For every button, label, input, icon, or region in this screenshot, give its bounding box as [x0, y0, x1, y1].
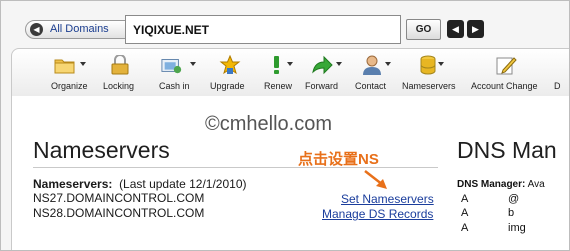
annotation-arrow-icon: [364, 170, 387, 189]
toolbar-organize[interactable]: Organize: [47, 55, 91, 93]
nameservers-status: Nameservers: (Last update 12/1/2010): [33, 177, 247, 191]
contact-icon: [363, 55, 381, 75]
dns-manager-label-rest: Ava: [525, 179, 545, 190]
toolbar-renew[interactable]: Renew: [261, 55, 295, 93]
chevron-left-icon: ◀: [452, 24, 459, 34]
toolbar-label: Organize: [51, 81, 88, 91]
all-domains-label: All Domains: [50, 23, 109, 35]
toolbar-contact[interactable]: Contact: [353, 55, 395, 93]
chevron-down-icon: [336, 62, 342, 66]
next-domain-button[interactable]: ▶: [467, 20, 484, 38]
toolbar-account-change[interactable]: Account Change: [470, 55, 542, 93]
toolbar-locking[interactable]: Locking: [100, 55, 140, 93]
chevron-down-icon: [190, 62, 196, 66]
chevron-down-icon: [385, 62, 391, 66]
go-button[interactable]: GO: [406, 19, 441, 40]
nameserver-2: NS28.DOMAINCONTROL.COM: [33, 206, 205, 220]
annotation-label: 点击设置NS: [298, 151, 379, 168]
toolbar-label: Account Change: [471, 81, 538, 91]
dns-manager-label: DNS Manager:: [457, 179, 526, 190]
domain-search-input[interactable]: [125, 15, 401, 44]
dns-record-type: A: [461, 222, 469, 234]
toolbar-label: Upgrade: [210, 81, 245, 91]
nameservers-title: Nameservers: [33, 137, 170, 163]
toolbar-forward[interactable]: Forward: [303, 55, 345, 93]
edit-icon: [496, 57, 517, 75]
watermark: ©cmhello.com: [205, 113, 332, 135]
cash-in-icon: [161, 59, 182, 74]
toolbar-label: Contact: [355, 81, 387, 91]
lock-icon: [111, 55, 129, 75]
chevron-down-icon: [438, 62, 444, 66]
dns-record-host: @: [508, 193, 520, 205]
browser-frame: ◀ All Domains GO ◀ ▶ Organize Locking: [0, 0, 570, 251]
toolbar-label: Nameservers: [402, 81, 456, 91]
manage-ds-records-link[interactable]: Manage DS Records: [322, 207, 433, 221]
nameserver-1: NS27.DOMAINCONTROL.COM: [33, 191, 205, 205]
chevron-right-icon: ▶: [472, 24, 479, 34]
folder-icon: [54, 59, 75, 74]
dns-record-type: A: [461, 207, 469, 219]
chevron-down-icon: [80, 62, 86, 66]
toolbar-nameservers[interactable]: Nameservers: [402, 55, 460, 93]
domain-toolbar: Organize Locking Cash in Upgrade Renew F…: [11, 48, 569, 97]
toolbar-label: D: [554, 81, 561, 91]
dns-record-host: img: [508, 222, 526, 234]
forward-icon: [312, 55, 333, 75]
all-domains-button[interactable]: ◀ All Domains: [25, 20, 139, 39]
dns-manager-title: DNS Man: [457, 137, 557, 163]
renew-icon: [274, 56, 279, 74]
toolbar-label: Cash in: [159, 81, 190, 91]
dns-manager-status: DNS Manager: Ava: [457, 179, 545, 190]
set-nameservers-link[interactable]: Set Nameservers: [341, 192, 434, 206]
chevron-down-icon: [287, 62, 293, 66]
update-note: (Last update 12/1/2010): [119, 177, 247, 191]
upgrade-icon: [219, 55, 241, 75]
toolbar-cash-in[interactable]: Cash in: [154, 55, 200, 93]
dns-record-type: A: [461, 193, 469, 205]
toolbar-label: Renew: [264, 81, 293, 91]
dns-record-host: b: [508, 207, 515, 219]
toolbar-label: Forward: [305, 81, 339, 91]
toolbar-upgrade[interactable]: Upgrade: [209, 55, 251, 93]
back-arrow-icon: ◀: [30, 23, 43, 36]
nameservers-label: Nameservers:: [33, 177, 113, 191]
toolbar-more[interactable]: D: [554, 55, 569, 93]
toolbar-label: Locking: [103, 81, 135, 91]
previous-domain-button[interactable]: ◀: [447, 20, 464, 38]
